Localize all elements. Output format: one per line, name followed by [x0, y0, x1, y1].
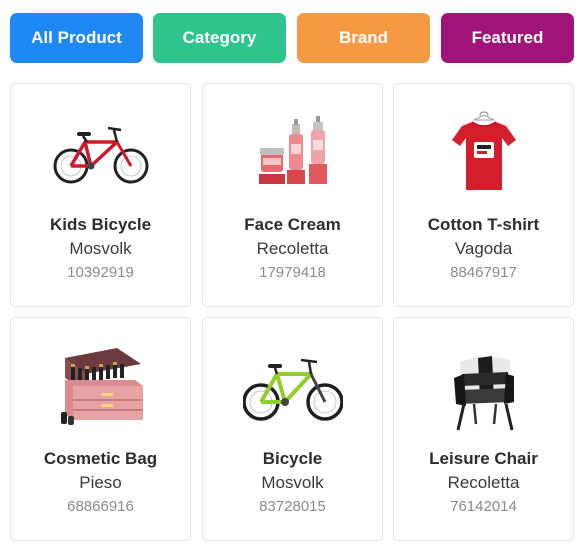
product-name: Cosmetic Bag [43, 449, 158, 468]
product-card[interactable]: Kids Bicycle Mosvolk 10392919 [10, 83, 191, 307]
product-name: Face Cream [244, 215, 341, 234]
product-card[interactable]: Cosmetic Bag Pieso 68866916 [10, 317, 191, 541]
product-brand: Mosvolk [69, 239, 132, 258]
red-tshirt-image [434, 104, 534, 204]
face-cream-bottles-image [243, 104, 343, 204]
filter-featured-button[interactable]: Featured [441, 13, 574, 63]
product-code: 68866916 [67, 498, 134, 515]
product-card[interactable]: Cotton T-shirt Vagoda 88467917 [393, 83, 574, 307]
filter-all-product-button[interactable]: All Product [10, 13, 143, 63]
filter-bar: All Product Category Brand Featured [10, 13, 575, 63]
product-grid: Kids Bicycle Mosvolk 10392919 Face Cream… [10, 83, 575, 541]
product-code: 17979418 [259, 264, 326, 281]
green-bicycle-image [243, 338, 343, 438]
filter-category-button[interactable]: Category [153, 13, 286, 63]
product-brand: Mosvolk [261, 473, 324, 492]
product-name: Leisure Chair [429, 449, 538, 468]
product-card[interactable]: Leisure Chair Recoletta 76142014 [393, 317, 574, 541]
black-white-chair-image [434, 338, 534, 438]
product-card[interactable]: Face Cream Recoletta 17979418 [202, 83, 383, 307]
product-brand: Pieso [79, 473, 122, 492]
red-bicycle-image [51, 104, 151, 204]
product-code: 76142014 [450, 498, 517, 515]
filter-brand-button[interactable]: Brand [297, 13, 430, 63]
product-code: 88467917 [450, 264, 517, 281]
product-brand: Recoletta [447, 473, 520, 492]
product-brand: Recoletta [256, 239, 329, 258]
product-name: Cotton T-shirt [427, 215, 540, 234]
product-code: 10392919 [67, 264, 134, 281]
product-name: Bicycle [262, 449, 323, 468]
product-brand: Vagoda [454, 239, 513, 258]
product-name: Kids Bicycle [49, 215, 152, 234]
product-code: 83728015 [259, 498, 326, 515]
cosmetic-case-image [51, 338, 151, 438]
product-card[interactable]: Bicycle Mosvolk 83728015 [202, 317, 383, 541]
